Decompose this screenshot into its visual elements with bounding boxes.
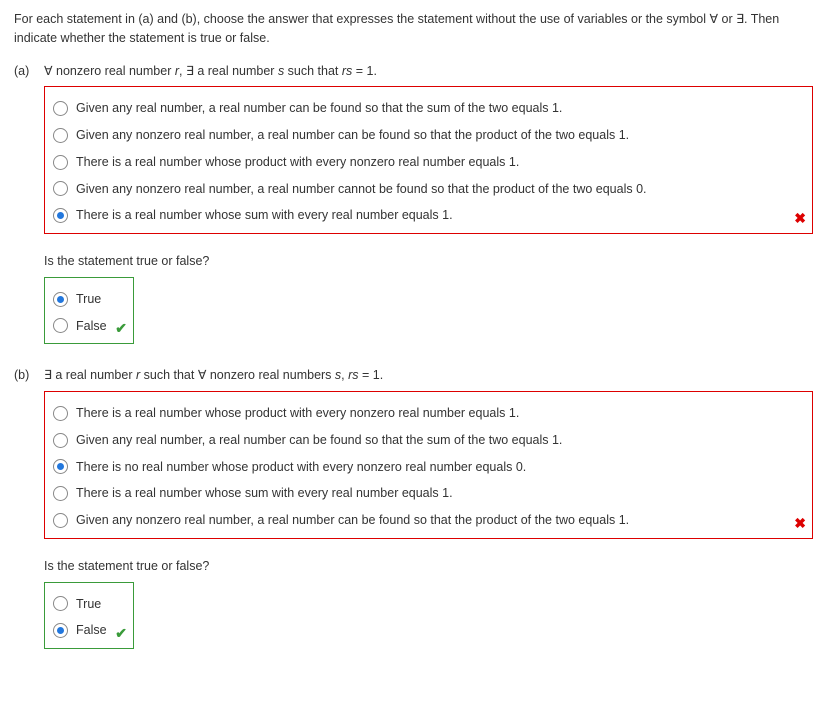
part-b-option-3[interactable]: There is a real number whose sum with ev… xyxy=(53,480,804,507)
part-b-option-4[interactable]: Given any nonzero real number, a real nu… xyxy=(53,507,804,534)
part-a-option-1[interactable]: Given any nonzero real number, a real nu… xyxy=(53,122,804,149)
radio-icon xyxy=(53,406,68,421)
radio-icon xyxy=(53,155,68,170)
radio-icon xyxy=(53,318,68,333)
part-a-statement: ∀ nonzero real number r, ∃ a real number… xyxy=(44,62,813,81)
part-b-options-box: There is a real number whose product wit… xyxy=(44,391,813,539)
tf-label-false: False xyxy=(76,621,107,640)
option-label: There is a real number whose product wit… xyxy=(76,153,519,172)
tf-label-false: False xyxy=(76,317,107,336)
radio-icon xyxy=(53,101,68,116)
part-b-tf-true[interactable]: True xyxy=(53,591,125,618)
incorrect-icon: ✖ xyxy=(794,513,806,534)
radio-icon xyxy=(53,513,68,528)
instructions-text: For each statement in (a) and (b), choos… xyxy=(14,10,813,48)
part-a: (a) ∀ nonzero real number r, ∃ a real nu… xyxy=(14,62,813,345)
part-b: (b) ∃ a real number r such that ∀ nonzer… xyxy=(14,366,813,649)
radio-icon xyxy=(53,433,68,448)
part-a-label: (a) xyxy=(14,62,44,81)
correct-icon: ✔ xyxy=(115,623,127,644)
tf-label-true: True xyxy=(76,595,101,614)
radio-icon xyxy=(53,208,68,223)
part-a-option-2[interactable]: There is a real number whose product wit… xyxy=(53,149,804,176)
radio-icon xyxy=(53,486,68,501)
radio-icon xyxy=(53,292,68,307)
part-a-tf-false[interactable]: False xyxy=(53,313,125,340)
tf-prompt-b: Is the statement true or false? xyxy=(44,557,813,576)
option-label: Given any real number, a real number can… xyxy=(76,431,562,450)
option-label: There is a real number whose sum with ev… xyxy=(76,206,453,225)
radio-icon xyxy=(53,459,68,474)
option-label: Given any nonzero real number, a real nu… xyxy=(76,511,629,530)
option-label: There is a real number whose sum with ev… xyxy=(76,484,453,503)
part-a-tf-box: True False ✔ xyxy=(44,277,134,345)
option-label: There is no real number whose product wi… xyxy=(76,458,526,477)
option-label: Given any nonzero real number, a real nu… xyxy=(76,180,647,199)
part-a-option-0[interactable]: Given any real number, a real number can… xyxy=(53,95,804,122)
part-a-tf-true[interactable]: True xyxy=(53,286,125,313)
radio-icon xyxy=(53,623,68,638)
part-b-option-1[interactable]: Given any real number, a real number can… xyxy=(53,427,804,454)
part-a-option-3[interactable]: Given any nonzero real number, a real nu… xyxy=(53,176,804,203)
part-b-option-0[interactable]: There is a real number whose product wit… xyxy=(53,400,804,427)
part-a-options-box: Given any real number, a real number can… xyxy=(44,86,813,234)
option-label: There is a real number whose product wit… xyxy=(76,404,519,423)
option-label: Given any real number, a real number can… xyxy=(76,99,562,118)
part-b-label: (b) xyxy=(14,366,44,385)
part-b-option-2[interactable]: There is no real number whose product wi… xyxy=(53,454,804,481)
tf-label-true: True xyxy=(76,290,101,309)
correct-icon: ✔ xyxy=(115,318,127,339)
radio-icon xyxy=(53,128,68,143)
part-b-statement: ∃ a real number r such that ∀ nonzero re… xyxy=(44,366,813,385)
part-a-option-4[interactable]: There is a real number whose sum with ev… xyxy=(53,202,804,229)
radio-icon xyxy=(53,181,68,196)
option-label: Given any nonzero real number, a real nu… xyxy=(76,126,629,145)
part-b-tf-box: True False ✔ xyxy=(44,582,134,650)
tf-prompt-a: Is the statement true or false? xyxy=(44,252,813,271)
part-b-tf-false[interactable]: False xyxy=(53,617,125,644)
radio-icon xyxy=(53,596,68,611)
incorrect-icon: ✖ xyxy=(794,208,806,229)
